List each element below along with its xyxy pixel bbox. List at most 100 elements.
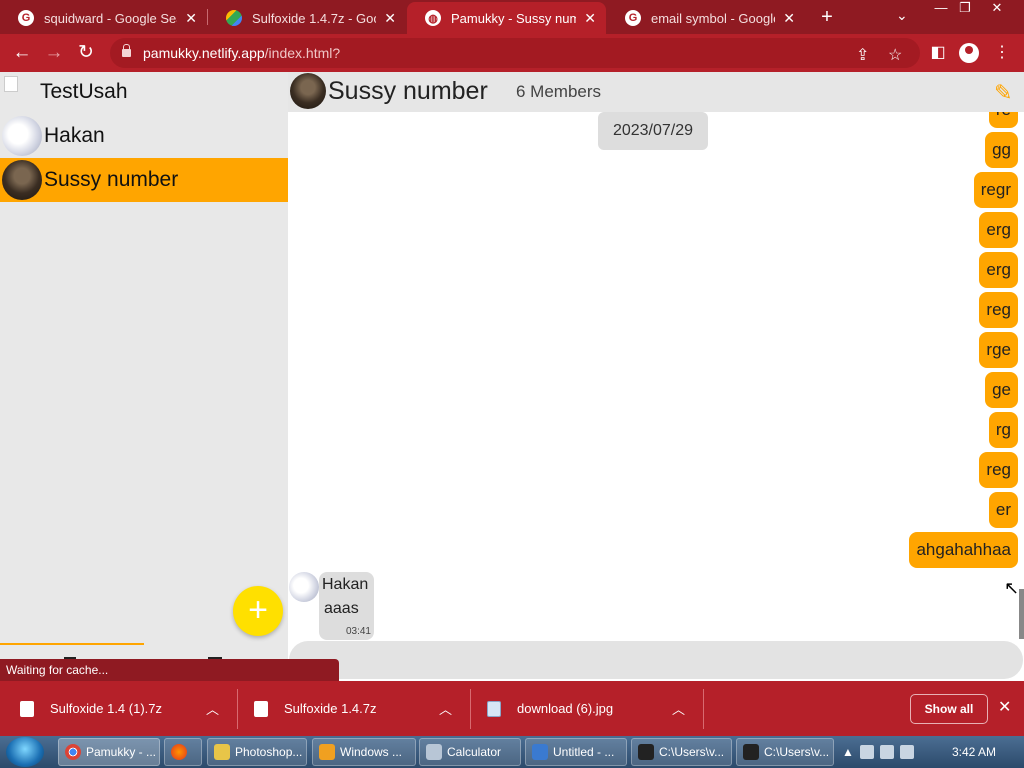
avatar[interactable]: [289, 572, 319, 602]
download-name: download (6).jpg: [517, 701, 614, 716]
chrome-icon: [65, 744, 81, 760]
new-tab-button[interactable]: +: [816, 6, 838, 28]
download-separator: [703, 689, 704, 729]
chat-item-hakan[interactable]: Hakan: [0, 114, 288, 158]
tab-sulfoxide[interactable]: . Sulfoxide 1.4.7z - Google Drive ✕: [208, 2, 406, 34]
close-icon[interactable]: ✕: [998, 697, 1011, 717]
close-tab-icon[interactable]: ✕: [783, 10, 795, 27]
taskbar-button-calculator[interactable]: Calculator: [419, 738, 521, 766]
chat-header: Sussy number 6 Members ✎: [288, 72, 1024, 112]
message-scrollbar[interactable]: [1019, 112, 1024, 641]
archive-file-icon: [254, 700, 268, 717]
start-button[interactable]: [6, 737, 44, 767]
chat-item-sussy-number[interactable]: Sussy number: [0, 158, 288, 202]
star-icon[interactable]: ☆: [888, 45, 902, 65]
outgoing-message[interactable]: reg: [979, 452, 1018, 488]
download-name: Sulfoxide 1.4 (1).7z: [50, 701, 163, 716]
message-list[interactable]: 2023/07/29 re gg regr erg erg reg rge ge…: [288, 112, 1019, 641]
tray-icon[interactable]: [859, 745, 874, 759]
volume-icon[interactable]: [899, 745, 914, 759]
avatar: [2, 116, 42, 156]
close-tab-icon[interactable]: ✕: [384, 10, 396, 27]
outgoing-message[interactable]: ahgahahhaa: [909, 532, 1018, 568]
outgoing-message[interactable]: rg: [988, 412, 1018, 448]
chevron-down-icon[interactable]: ⌄: [896, 7, 908, 24]
message-time: 03:41: [345, 626, 371, 637]
chat-name: Sussy number: [44, 168, 179, 191]
tab-email-symbol[interactable]: G email symbol - Google Search ✕: [607, 2, 805, 34]
outgoing-message[interactable]: regr: [973, 172, 1018, 208]
folder-icon: [214, 744, 230, 760]
side-panel-icon[interactable]: ◧: [926, 41, 950, 65]
incoming-message[interactable]: Hakan aaas 03:41: [319, 572, 374, 640]
7zip-icon: [638, 744, 654, 760]
download-item[interactable]: Sulfoxide 1.4.7z ︿: [254, 681, 469, 736]
windows-taskbar: Pamukky - ... Photoshop... Windows ... C…: [0, 736, 1024, 768]
close-tab-icon[interactable]: ✕: [584, 10, 596, 27]
tab-title: Sulfoxide 1.4.7z - Google Drive: [252, 10, 376, 26]
outgoing-message[interactable]: reg: [979, 292, 1018, 328]
edit-pencil-icon[interactable]: ✎: [994, 80, 1012, 106]
show-all-button[interactable]: Show all: [910, 694, 988, 724]
lock-icon: [122, 44, 131, 57]
taskbar-button-windows[interactable]: Windows ...: [312, 738, 416, 766]
google-icon: G: [18, 10, 34, 26]
outgoing-message[interactable]: erg: [979, 212, 1018, 248]
scrollbar-thumb[interactable]: [1019, 589, 1024, 639]
taskbar-button-firefox[interactable]: [164, 738, 202, 766]
system-tray: ▲: [842, 736, 914, 768]
tab-squidward[interactable]: G squidward - Google Search ✕: [0, 2, 207, 34]
taskbar-button-7zip-1[interactable]: C:\Users\v...: [631, 738, 732, 766]
forward-arrow-icon[interactable]: →: [42, 41, 66, 65]
chat-name: Hakan: [44, 124, 105, 147]
tab-title: Pamukky - Sussy number: [451, 10, 577, 26]
outgoing-message[interactable]: ge: [985, 372, 1018, 408]
restore-icon[interactable]: ❐: [950, 0, 980, 18]
profile-avatar-icon[interactable]: [959, 43, 979, 63]
google-icon: G: [625, 10, 641, 26]
chat-title: Sussy number: [328, 77, 488, 105]
outgoing-message[interactable]: re: [988, 112, 1018, 128]
download-item[interactable]: Sulfoxide 1.4 (1).7z ︿: [20, 681, 235, 736]
reload-icon[interactable]: ↻: [74, 41, 98, 65]
7zip-icon: [743, 744, 759, 760]
taskbar-button-photoshop[interactable]: Photoshop...: [207, 738, 307, 766]
tab-pamukky[interactable]: ◍ Pamukky - Sussy number ✕: [407, 2, 606, 34]
chevron-up-icon[interactable]: ︿: [439, 699, 452, 718]
download-name: Sulfoxide 1.4.7z: [284, 701, 377, 716]
share-icon[interactable]: ⇪: [856, 45, 869, 65]
member-count[interactable]: 6 Members: [516, 82, 601, 102]
network-icon[interactable]: [879, 745, 894, 759]
close-tab-icon[interactable]: ✕: [185, 10, 197, 27]
outgoing-message[interactable]: rge: [979, 332, 1018, 368]
tab-title: squidward - Google Search: [44, 10, 177, 26]
close-window-icon[interactable]: ✕: [982, 0, 1012, 18]
tab-strip: G squidward - Google Search ✕ . Sulfoxid…: [0, 0, 1024, 34]
message-input[interactable]: [289, 641, 1023, 679]
taskbar-button-untitled[interactable]: Untitled - ...: [525, 738, 627, 766]
avatar[interactable]: [290, 73, 326, 109]
archive-file-icon: [20, 700, 34, 717]
outgoing-message[interactable]: er: [988, 492, 1018, 528]
download-separator: [237, 689, 238, 729]
current-user[interactable]: TestUsah: [0, 72, 288, 112]
download-item[interactable]: download (6).jpg ︿: [487, 681, 702, 736]
media-player-icon: [319, 744, 335, 760]
calculator-icon: [426, 744, 442, 760]
back-arrow-icon[interactable]: ←: [10, 41, 34, 65]
chevron-up-icon[interactable]: ︿: [206, 699, 219, 718]
chevron-up-icon[interactable]: ︿: [672, 699, 685, 718]
new-chat-button[interactable]: +: [233, 586, 283, 636]
taskbar-clock[interactable]: 3:42 AM: [952, 745, 996, 759]
address-bar[interactable]: pamukky.netlify.app/index.html? ⇪ ☆: [110, 38, 920, 68]
avatar: [2, 160, 42, 200]
kebab-menu-icon[interactable]: ⋮: [990, 41, 1014, 65]
taskbar-button-chrome[interactable]: Pamukky - ...: [58, 738, 160, 766]
outgoing-message[interactable]: gg: [985, 132, 1018, 168]
chat-sidebar: TestUsah Hakan Sussy number +: [0, 72, 288, 681]
outgoing-message[interactable]: erg: [979, 252, 1018, 288]
taskbar-button-7zip-2[interactable]: C:\Users\v...: [736, 738, 834, 766]
show-hidden-icons-icon[interactable]: ▲: [842, 745, 854, 759]
browser-toolbar: ← → ↻ pamukky.netlify.app/index.html? ⇪ …: [0, 34, 1024, 72]
message-composer: [288, 641, 1024, 681]
